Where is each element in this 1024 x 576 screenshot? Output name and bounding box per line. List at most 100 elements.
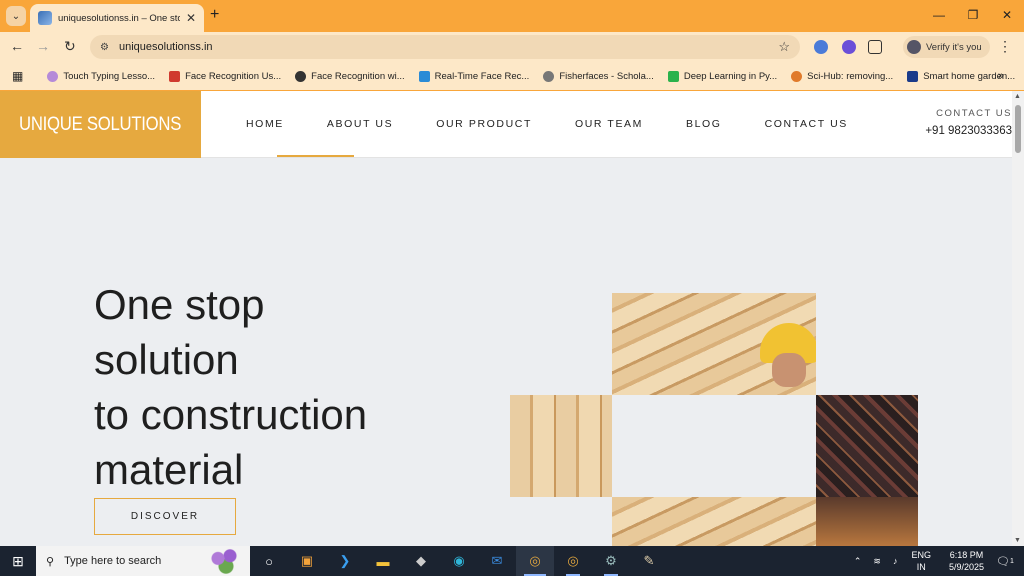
scroll-up-icon[interactable]: ▲ [1014, 93, 1021, 100]
site-info-icon[interactable]: ⚙ [100, 42, 109, 53]
taskbar-search[interactable]: ⚲ Type here to search [36, 546, 250, 576]
bookmark-label: Real-Time Face Rec... [434, 70, 530, 82]
system-clock[interactable]: 6:18 PM 5/9/2025 [949, 549, 984, 573]
scroll-down-icon[interactable]: ▼ [1014, 537, 1021, 544]
site-logo[interactable]: UNIQUE SOLUTIONS [0, 91, 201, 158]
browser-tab[interactable]: uniquesolutionss.in – One stop ✕ [30, 4, 204, 32]
profile-verify-button[interactable]: Verify it's you [903, 36, 990, 58]
hero-line-bold: material [94, 446, 244, 493]
image-tile-tool-belt [816, 497, 918, 546]
wifi-icon[interactable]: ≋ [873, 556, 881, 567]
nav-our-team[interactable]: OUR TEAM [575, 118, 643, 130]
bookmark-item[interactable]: Deep Learning in Py... [667, 70, 778, 82]
bookmark-item[interactable]: Fisherfaces - Schola... [543, 70, 654, 82]
back-arrow-icon[interactable]: ← [10, 38, 24, 54]
reload-icon[interactable]: ↻ [64, 38, 76, 55]
url-text[interactable]: uniquesolutionss.in [119, 41, 778, 53]
page-scrollbar[interactable]: ▲ ▼ [1012, 91, 1024, 546]
bookmark-item[interactable]: Real-Time Face Rec... [418, 70, 530, 82]
file-explorer-icon[interactable]: ▬ [364, 546, 402, 576]
task-view-icon[interactable]: ○ [250, 546, 288, 576]
tab-search-button[interactable]: ⌄ [6, 6, 26, 26]
contact-phone[interactable]: +91 9823033363 [925, 125, 1012, 137]
bookmark-label: Touch Typing Lesso... [63, 70, 156, 82]
forward-arrow-icon[interactable]: → [36, 38, 50, 54]
bookmark-star-icon[interactable]: ☆ [778, 39, 790, 55]
settings-gear-icon[interactable]: ⚙ [592, 546, 630, 576]
app-icon[interactable]: ◆ [402, 546, 440, 576]
nav-home[interactable]: HOME [246, 118, 284, 130]
bookmark-favicon-icon [543, 70, 555, 82]
lang-top: ENG [911, 550, 931, 560]
active-nav-indicator [277, 155, 354, 157]
worker-face [772, 353, 806, 387]
search-placeholder: Type here to search [64, 555, 162, 567]
avatar [907, 40, 921, 54]
volume-icon[interactable]: ♪ [893, 556, 898, 566]
bookmarks-bar: ▦ Touch Typing Lesso... Face Recognition… [0, 62, 1024, 90]
browser-window: ⌄ uniquesolutionss.in – One stop ✕ + — ❐… [0, 0, 1024, 91]
bookmark-favicon-icon [47, 70, 59, 82]
lang-bottom: IN [916, 562, 926, 572]
image-tile-wood-bottom [612, 497, 816, 546]
hero-line-bold: stop [185, 281, 265, 328]
apps-grid-icon[interactable]: ▦ [12, 69, 23, 83]
extensions-puzzle-icon[interactable] [868, 40, 882, 54]
nav-contact-us[interactable]: CONTACT US [765, 118, 848, 130]
restore-button[interactable]: ❐ [956, 0, 990, 30]
notifications-icon[interactable]: 🗨 1 [994, 552, 1016, 570]
minimize-button[interactable]: — [922, 0, 956, 30]
notif-count: 1 [1010, 557, 1014, 565]
new-tab-button[interactable]: + [210, 6, 219, 24]
tab-strip: ⌄ uniquesolutionss.in – One stop ✕ + — ❐… [0, 0, 1024, 32]
nav-blog[interactable]: BLOG [686, 118, 722, 130]
chrome-profile-icon[interactable]: ◎ [554, 546, 592, 576]
chrome-icon[interactable]: ◎ [516, 546, 554, 576]
bookmark-item[interactable]: Touch Typing Lesso... [47, 70, 156, 82]
address-bar[interactable]: ⚙ uniquesolutionss.in ☆ [90, 35, 800, 59]
bookmark-favicon-icon [169, 70, 181, 82]
bookmark-label: Face Recognition Us... [185, 70, 282, 82]
bookmark-label: Fisherfaces - Schola... [559, 70, 654, 82]
paint-icon[interactable]: ✎ [630, 546, 668, 576]
bookmark-favicon-icon [667, 70, 679, 82]
main-nav: HOME ABOUT US OUR PRODUCT OUR TEAM BLOG … [246, 118, 891, 130]
language-indicator[interactable]: ENG IN [911, 549, 931, 573]
hero-line-bold: solution [94, 336, 239, 383]
vscode-icon[interactable]: ❯ [326, 546, 364, 576]
nav-our-product[interactable]: OUR PRODUCT [436, 118, 532, 130]
hero-line: to construction [94, 387, 367, 442]
browser-toolbar: ← → ↻ ⚙ uniquesolutionss.in ☆ Verify it'… [0, 32, 1024, 62]
verify-label: Verify it's you [926, 41, 982, 53]
bookmark-item[interactable]: Face Recognition Us... [169, 70, 282, 82]
close-window-button[interactable]: ✕ [990, 0, 1024, 30]
taskbar: ⊞ ⚲ Type here to search ○ ▣ ❯ ▬ ◆ ◉ ✉ ◎ … [0, 546, 1024, 576]
clock-time: 6:18 PM [949, 550, 984, 560]
logo-text: UNIQUE SOLUTIONS [19, 113, 182, 135]
bookmark-favicon-icon [907, 70, 919, 82]
site-header: UNIQUE SOLUTIONS HOME ABOUT US OUR PRODU… [0, 91, 1012, 158]
system-tray: ⌃ ≋ ♪ ENG IN 6:18 PM 5/9/2025 🗨 1 [848, 546, 1024, 576]
windows-start-icon[interactable]: ⊞ [0, 546, 36, 576]
nav-about-us[interactable]: ABOUT US [327, 118, 393, 130]
contact-label: CONTACT US [936, 108, 1012, 119]
bookmark-favicon-icon [791, 70, 803, 82]
bookmark-item[interactable]: Sci-Hub: removing... [791, 70, 893, 82]
mail-icon[interactable]: ✉ [478, 546, 516, 576]
discover-button[interactable]: DISCOVER [94, 498, 236, 535]
tab-close-icon[interactable]: ✕ [186, 11, 196, 25]
edge-icon[interactable]: ◉ [440, 546, 478, 576]
chevron-up-icon[interactable]: ⌃ [854, 556, 862, 567]
hero-title: One stop solution to construction materi… [94, 277, 367, 497]
tab-favicon-icon [38, 11, 52, 25]
scroll-thumb[interactable] [1015, 105, 1021, 153]
bookmark-favicon-icon [418, 70, 430, 82]
bookmark-label: Deep Learning in Py... [683, 70, 778, 82]
store-icon[interactable]: ▣ [288, 546, 326, 576]
extension-icon-1[interactable] [814, 40, 828, 54]
browser-menu-icon[interactable]: ⋮ [998, 38, 1012, 55]
extension-icon-2[interactable] [842, 40, 856, 54]
hero-line: material [94, 442, 367, 497]
bookmark-item[interactable]: Face Recognition wi... [295, 70, 405, 82]
more-bookmarks-icon[interactable]: » [998, 70, 1004, 82]
